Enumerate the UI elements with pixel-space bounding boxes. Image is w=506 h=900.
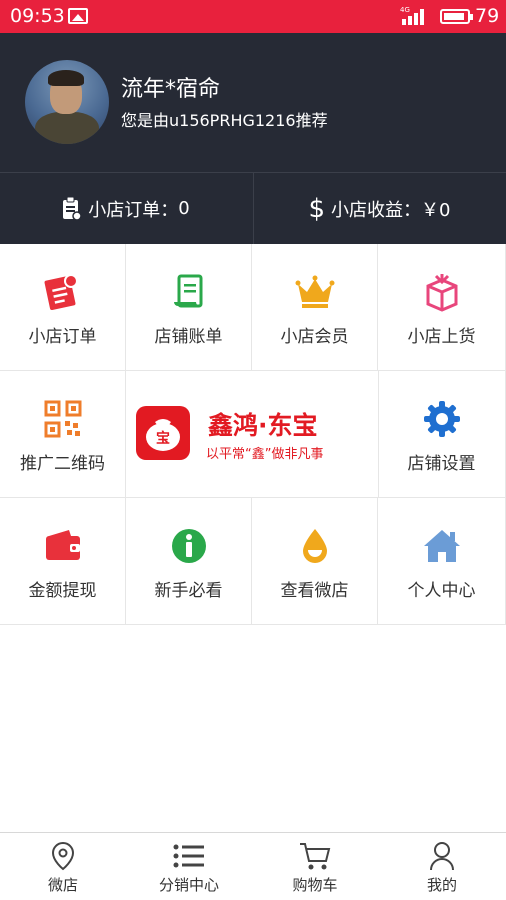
tab-label: 购物车 [292,876,338,894]
tab-label: 微店 [47,876,78,894]
status-bar: 09:53 4G 79 [0,0,506,33]
tab-label: 分销中心 [158,876,219,894]
username: 流年*宿命 [121,77,221,102]
brand-name: 鑫鸿·东宝 [208,411,318,440]
grid-shop-orders[interactable]: 小店订单 [0,244,126,371]
cart-icon [299,840,331,872]
dollar-icon: $ [308,193,326,224]
wallet-icon [41,524,85,568]
grid-beginner-guide[interactable]: 新手必看 [126,498,252,625]
list-icon [173,840,205,872]
grid-shop-members[interactable]: 小店会员 [252,244,378,371]
gear-icon [420,397,464,441]
tab-label: 我的 [426,876,457,894]
grid-label: 新手必看 [154,581,223,601]
tab-cart[interactable]: 购物车 [252,833,378,900]
grid-label: 店铺账单 [154,327,223,347]
grid-shop-stock[interactable]: 小店上货 [378,244,506,371]
shop-earnings-value: ￥0 [421,199,451,221]
grid-label: 金额提现 [28,581,97,601]
info-icon [167,524,211,568]
location-pin-icon [51,840,75,872]
scroll-bill-icon [167,270,211,314]
grid-label: 小店会员 [280,327,349,347]
box-icon [420,270,464,314]
tab-mine[interactable]: 我的 [378,833,506,900]
grid-store-bill[interactable]: 店铺账单 [126,244,252,371]
qr-code-icon [41,397,85,441]
shop-earnings-label: 小店收益： [331,199,422,221]
shop-orders-label: 小店订单： [88,199,179,221]
grid-label: 小店订单 [28,327,97,347]
shop-orders-stat[interactable]: 小店订单： 0 [0,173,252,244]
profile-header: 流年*宿命 您是由u156PRHG1216推荐 [0,33,506,172]
grid-withdraw[interactable]: 金额提现 [0,498,126,625]
shop-stats: 小店订单： 0 $ 小店收益： ￥0 [0,172,506,244]
status-time: 09:53 [10,5,65,27]
grid-label: 店铺设置 [407,454,476,474]
home-icon [420,524,464,568]
shop-orders-value: 0 [178,198,190,219]
tab-micro-store[interactable]: 微店 [0,833,126,900]
brand-slogan: 以平常“鑫”做非凡事 [206,447,324,462]
signal-icon: 4G [400,6,430,31]
grid-view-store[interactable]: 查看微店 [252,498,378,625]
grid-label: 查看微店 [280,581,349,601]
grid-promo-qr[interactable]: 推广二维码 [0,371,126,498]
bottom-tab-bar: 微店 分销中心 购物车 我的 [0,832,506,900]
grid-personal-center[interactable]: 个人中心 [378,498,506,625]
grid-store-settings[interactable]: 店铺设置 [378,371,506,498]
brand-seal-icon: 宝 [136,406,190,460]
grid-label: 推广二维码 [20,454,105,474]
drop-icon [293,524,337,568]
clipboard-icon [62,196,83,221]
grid-label: 个人中心 [407,581,476,601]
referral-text: 您是由u156PRHG1216推荐 [121,111,328,130]
gallery-notification-icon [68,8,88,24]
avatar[interactable] [25,60,109,144]
battery-percent: 79 [475,5,500,27]
brand-seal-char: 宝 [156,430,170,447]
battery-icon [440,9,473,24]
shop-earnings-stat[interactable]: $ 小店收益： ￥0 [253,173,505,244]
feature-grid: 小店订单 店铺账单 小店会员 小店上货 推广二维码 宝 鑫鸿·东宝 以平常“鑫”… [0,244,506,627]
person-icon [429,840,455,872]
crown-icon [293,270,337,314]
network-type: 4G [400,6,410,14]
brand-logo: 宝 鑫鸿·东宝 以平常“鑫”做非凡事 [126,371,379,498]
grid-label: 小店上货 [407,327,476,347]
tab-distribution-center[interactable]: 分销中心 [126,833,252,900]
order-document-icon [41,270,85,314]
